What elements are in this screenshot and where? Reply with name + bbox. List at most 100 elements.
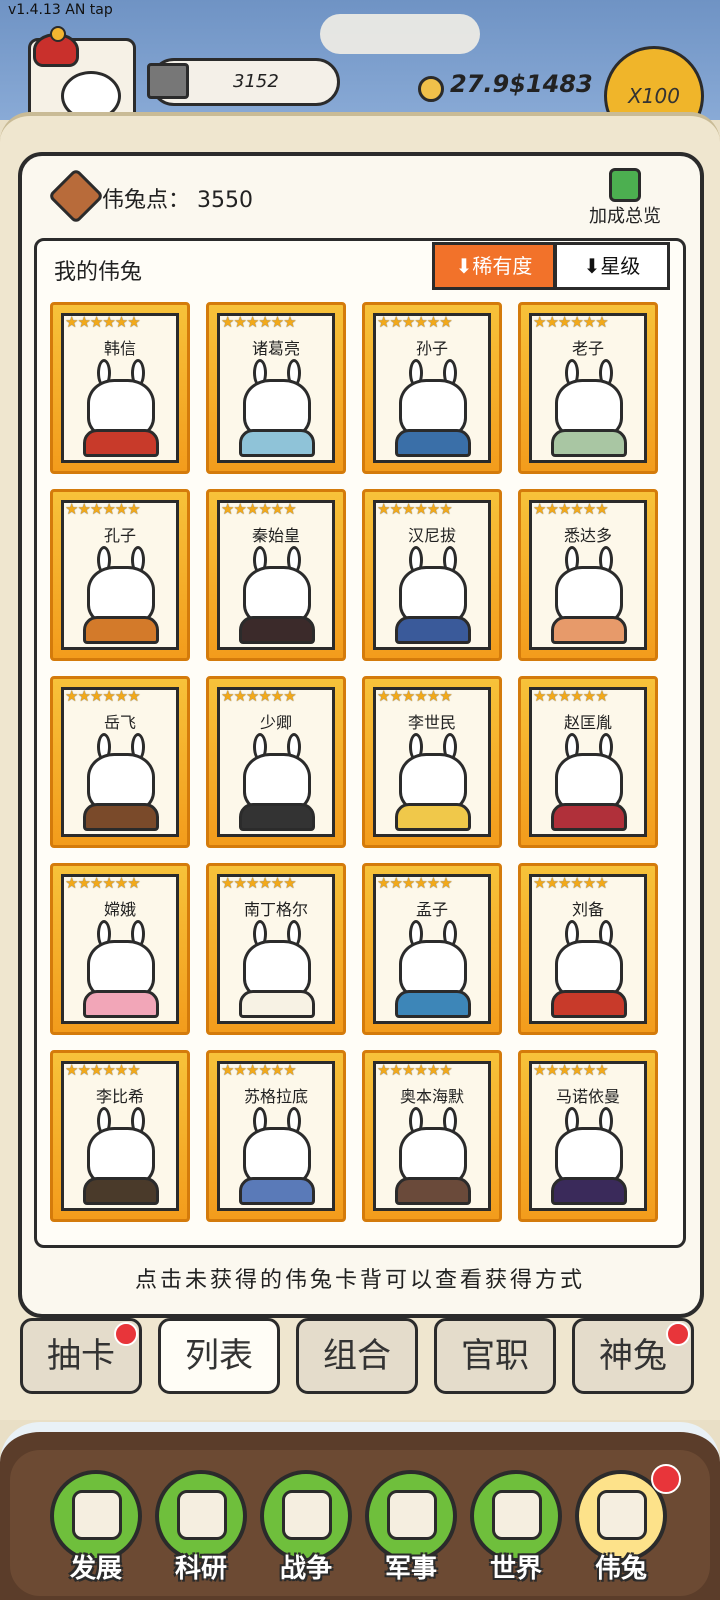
card-name: 汉尼拔 [407, 526, 456, 545]
star-rating: ★★★★★★ [221, 874, 297, 892]
star-rating: ★★★★★★ [65, 313, 141, 331]
bunny-costume [551, 429, 627, 457]
bunny-costume [83, 1177, 159, 1205]
bunny-card-icon [597, 1490, 647, 1540]
star-rating: ★★★★★★ [221, 1061, 297, 1079]
top-bar: 3152 27.9$1483 X100 [0, 14, 720, 146]
bunny-card[interactable]: ★★★★★★ 老子 [518, 302, 658, 474]
bunny-costume [83, 803, 159, 831]
flask-icon [177, 1490, 227, 1540]
sort-rarity-button[interactable]: ⬇稀有度 [432, 242, 556, 290]
card-name: 刘备 [571, 900, 604, 919]
bunny-card[interactable]: ★★★★★★ 嫦娥 [50, 863, 190, 1035]
tab-3[interactable]: 官职 [434, 1318, 556, 1394]
nav-label: 军事 [384, 1554, 437, 1584]
star-rating: ★★★★★★ [377, 500, 453, 518]
bunny-costume [395, 1177, 471, 1205]
version-label: v1.4.13 AN tap [8, 2, 113, 18]
bunny-card[interactable]: ★★★★★★ 岳飞 [50, 676, 190, 848]
card-name: 岳飞 [103, 713, 136, 732]
bunny-card[interactable]: ★★★★★★ 韩信 [50, 302, 190, 474]
bunny-costume [395, 616, 471, 644]
scroll-icon [609, 168, 641, 202]
list-title: 我的伟兔 [54, 260, 143, 285]
star-rating: ★★★★★★ [65, 1061, 141, 1079]
coin-value: 27.9$1483 [450, 70, 593, 98]
star-rating: ★★★★★★ [533, 874, 609, 892]
nav-label: 科研 [174, 1554, 227, 1584]
bunny-costume [395, 803, 471, 831]
star-rating: ★★★★★★ [533, 500, 609, 518]
card-name: 李世民 [407, 713, 456, 732]
bunny-card[interactable]: ★★★★★★ 汉尼拔 [362, 489, 502, 661]
bunny-card[interactable]: ★★★★★★ 孟子 [362, 863, 502, 1035]
nav-label: 伟兔 [594, 1554, 647, 1584]
bunny-costume [551, 990, 627, 1018]
bunny-card[interactable]: ★★★★★★ 刘备 [518, 863, 658, 1035]
bunny-costume [83, 616, 159, 644]
cloud-decoration [320, 14, 480, 54]
bunny-costume [395, 429, 471, 457]
card-name: 孙子 [415, 339, 448, 358]
crown-icon [33, 26, 79, 67]
hint-text: 点击未获得的伟兔卡背可以查看获得方式 [134, 1268, 585, 1293]
bunny-card[interactable]: ★★★★★★ 诸葛亮 [206, 302, 346, 474]
notification-dot [666, 1322, 690, 1346]
card-name: 老子 [571, 339, 604, 358]
bunny-costume [551, 803, 627, 831]
bonus-overview-button[interactable]: 加成总览 [580, 168, 670, 227]
bunny-costume [83, 990, 159, 1018]
bunny-costume [395, 990, 471, 1018]
tab-2[interactable]: 组合 [296, 1318, 418, 1394]
points-label: 伟兔点： 3550 [102, 188, 253, 213]
sort-star-button[interactable]: ⬇星级 [554, 242, 670, 290]
notification-dot [651, 1464, 681, 1494]
bunny-card[interactable]: ★★★★★★ 苏格拉底 [206, 1050, 346, 1222]
bunny-card[interactable]: ★★★★★★ 李比希 [50, 1050, 190, 1222]
card-name: 秦始皇 [251, 526, 300, 545]
star-rating: ★★★★★★ [221, 500, 297, 518]
bunny-card[interactable]: ★★★★★★ 秦始皇 [206, 489, 346, 661]
card-name: 嫦娥 [103, 900, 136, 919]
bunny-card[interactable]: ★★★★★★ 南丁格尔 [206, 863, 346, 1035]
card-name: 赵匡胤 [563, 713, 612, 732]
bunny-card[interactable]: ★★★★★★ 悉达多 [518, 489, 658, 661]
coin-icon [418, 76, 444, 102]
card-name: 少卿 [259, 713, 292, 732]
star-rating: ★★★★★★ [377, 687, 453, 705]
notification-dot [114, 1322, 138, 1346]
nav-label: 发展 [69, 1554, 122, 1584]
bunny-card[interactable]: ★★★★★★ 马诺依曼 [518, 1050, 658, 1222]
star-rating: ★★★★★★ [221, 313, 297, 331]
bonus-label: 加成总览 [589, 206, 661, 227]
stone-resource[interactable]: 3152 [147, 58, 340, 106]
bunny-card[interactable]: ★★★★★★ 赵匡胤 [518, 676, 658, 848]
card-name: 孟子 [415, 900, 448, 919]
star-rating: ★★★★★★ [377, 1061, 453, 1079]
star-rating: ★★★★★★ [65, 500, 141, 518]
globe-icon [492, 1490, 542, 1540]
star-rating: ★★★★★★ [533, 313, 609, 331]
bunny-card[interactable]: ★★★★★★ 少卿 [206, 676, 346, 848]
bunny-costume [551, 616, 627, 644]
tab-1[interactable]: 列表 [158, 1318, 280, 1394]
bunny-costume [239, 429, 315, 457]
star-rating: ★★★★★★ [65, 687, 141, 705]
nav-label: 战争 [279, 1554, 332, 1584]
bunny-card[interactable]: ★★★★★★ 李世民 [362, 676, 502, 848]
bunny-costume [239, 803, 315, 831]
nav-label: 世界 [489, 1554, 542, 1584]
bunny-card[interactable]: ★★★★★★ 孔子 [50, 489, 190, 661]
bunny-card[interactable]: ★★★★★★ 奥本海默 [362, 1050, 502, 1222]
stone-value: 3152 [233, 71, 279, 92]
card-name: 孔子 [103, 526, 136, 545]
helmet-icon [387, 1490, 437, 1540]
bunny-costume [551, 1177, 627, 1205]
bunny-card[interactable]: ★★★★★★ 孙子 [362, 302, 502, 474]
card-name: 诸葛亮 [251, 339, 300, 358]
card-name: 韩信 [103, 339, 136, 358]
bunny-costume [239, 1177, 315, 1205]
card-name: 南丁格尔 [243, 900, 308, 919]
swords-icon [282, 1490, 332, 1540]
card-name: 奥本海默 [399, 1087, 464, 1106]
